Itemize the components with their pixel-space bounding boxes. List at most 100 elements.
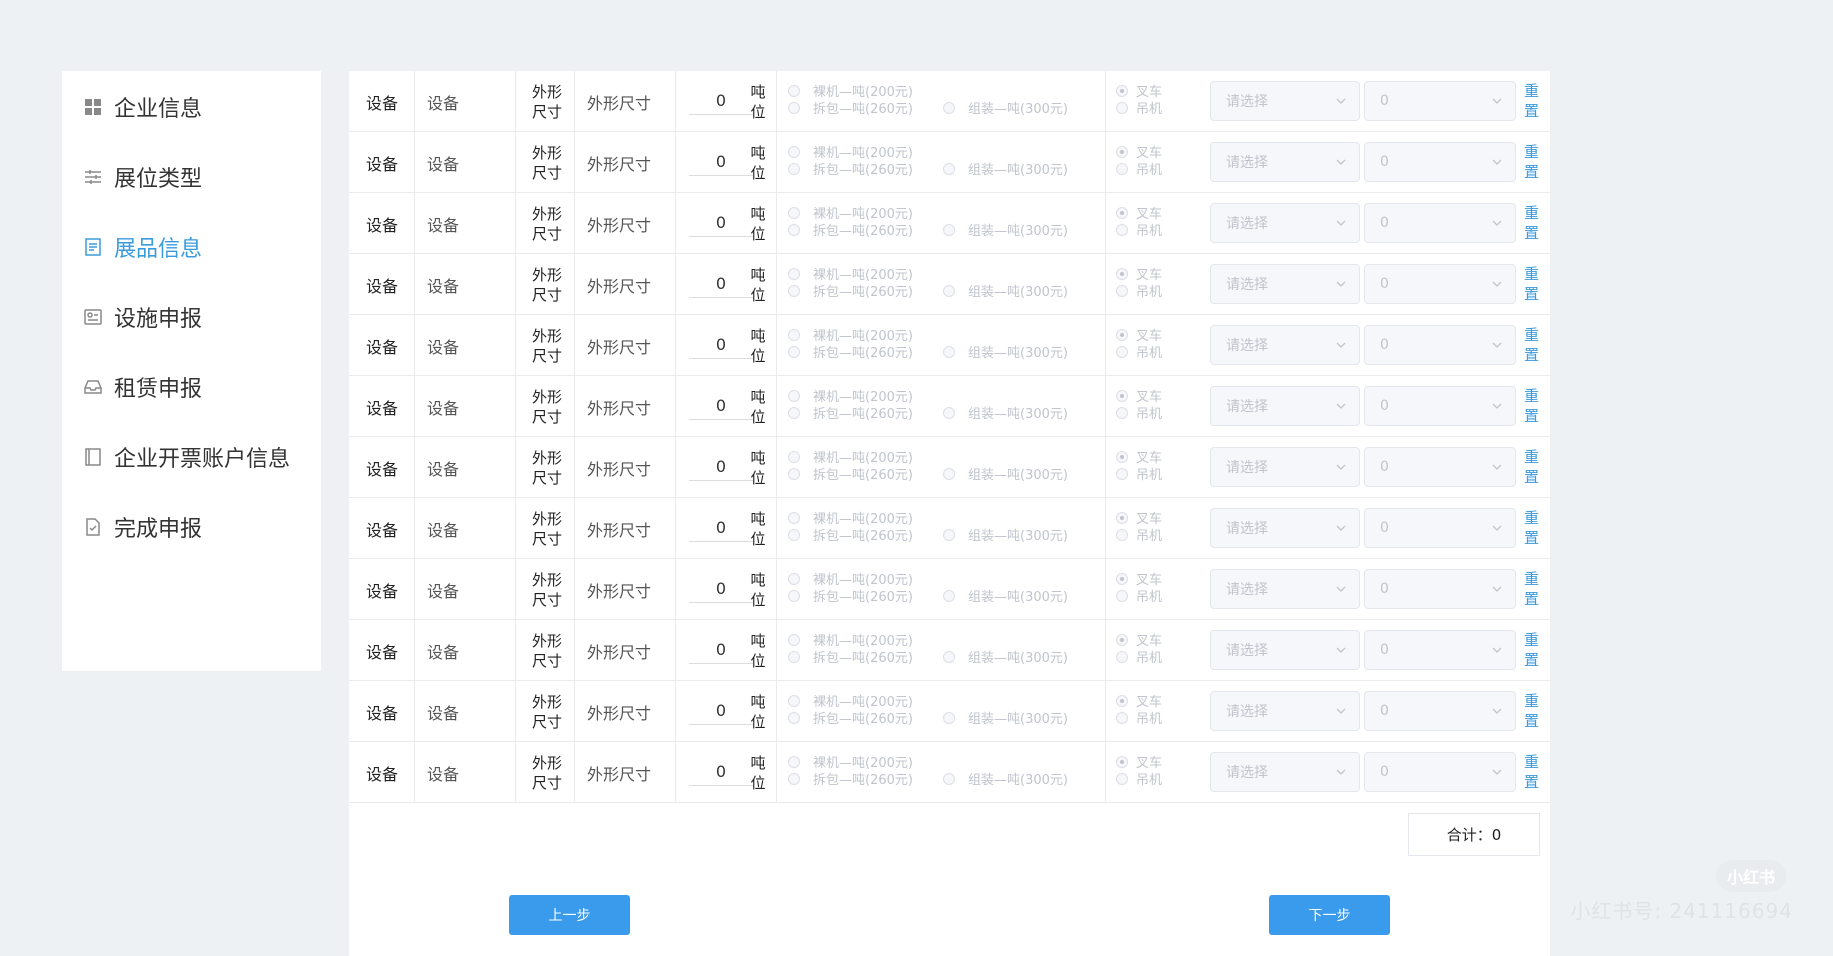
reset-link[interactable]: 重置 bbox=[1524, 142, 1542, 182]
radio-assemble[interactable]: 组装—吨(300元) bbox=[943, 586, 1068, 605]
radio-crane[interactable]: 吊机 bbox=[1116, 647, 1162, 666]
quantity-select[interactable]: 0 bbox=[1364, 81, 1516, 121]
reset-link[interactable]: 重置 bbox=[1524, 325, 1542, 365]
reset-link[interactable]: 重置 bbox=[1524, 691, 1542, 731]
quantity-select[interactable]: 0 bbox=[1364, 386, 1516, 426]
quantity-select[interactable]: 0 bbox=[1364, 142, 1516, 182]
radio-crane[interactable]: 吊机 bbox=[1116, 98, 1162, 117]
tonnage-input[interactable] bbox=[689, 636, 753, 664]
sidebar-item-2[interactable]: 展位类型 bbox=[82, 157, 202, 197]
reset-link[interactable]: 重置 bbox=[1524, 447, 1542, 487]
radio-assemble[interactable]: 组装—吨(300元) bbox=[943, 403, 1068, 422]
radio-crane[interactable]: 吊机 bbox=[1116, 769, 1162, 788]
radio-assemble[interactable]: 组装—吨(300元) bbox=[943, 464, 1068, 483]
quantity-select[interactable]: 0 bbox=[1364, 264, 1516, 304]
type-select[interactable]: 请选择 bbox=[1210, 630, 1360, 670]
radio-assemble[interactable]: 组装—吨(300元) bbox=[943, 525, 1068, 544]
quantity-select[interactable]: 0 bbox=[1364, 508, 1516, 548]
tonnage-input[interactable] bbox=[689, 331, 753, 359]
radio-unpack[interactable]: 拆包—吨(260元) bbox=[788, 281, 913, 300]
radio-unpack[interactable]: 拆包—吨(260元) bbox=[788, 586, 913, 605]
radio-assemble[interactable]: 组装—吨(300元) bbox=[943, 220, 1068, 239]
reset-link[interactable]: 重置 bbox=[1524, 508, 1542, 548]
quantity-select[interactable]: 0 bbox=[1364, 630, 1516, 670]
reset-link[interactable]: 重置 bbox=[1524, 569, 1542, 609]
reset-link[interactable]: 重置 bbox=[1524, 752, 1542, 792]
type-select[interactable]: 请选择 bbox=[1210, 752, 1360, 792]
radio-unpack[interactable]: 拆包—吨(260元) bbox=[788, 98, 913, 117]
radio-unpack[interactable]: 拆包—吨(260元) bbox=[788, 342, 913, 361]
quantity-select[interactable]: 0 bbox=[1364, 325, 1516, 365]
quantity-select[interactable]: 0 bbox=[1364, 569, 1516, 609]
radio-crane[interactable]: 吊机 bbox=[1116, 403, 1162, 422]
tonnage-unit-label: 吨位 bbox=[750, 204, 766, 243]
radio-unpack[interactable]: 拆包—吨(260元) bbox=[788, 769, 913, 788]
radio-unpack[interactable]: 拆包—吨(260元) bbox=[788, 403, 913, 422]
radio-label: 吊机 bbox=[1136, 285, 1163, 300]
radio-crane[interactable]: 吊机 bbox=[1116, 159, 1162, 178]
sidebar-item-3[interactable]: 展品信息 bbox=[82, 227, 202, 267]
tonnage-input[interactable] bbox=[689, 697, 753, 725]
radio-crane[interactable]: 吊机 bbox=[1116, 708, 1162, 727]
radio-unpack[interactable]: 拆包—吨(260元) bbox=[788, 647, 913, 666]
dimension-label: 外形尺寸 bbox=[531, 509, 562, 548]
tonnage-input[interactable] bbox=[689, 87, 753, 115]
radio-assemble[interactable]: 组装—吨(300元) bbox=[943, 708, 1068, 727]
radio-crane[interactable]: 吊机 bbox=[1116, 220, 1162, 239]
radio-unpack[interactable]: 拆包—吨(260元) bbox=[788, 525, 913, 544]
sidebar-item-6[interactable]: 企业开票账户信息 bbox=[82, 437, 290, 477]
radio-assemble[interactable]: 组装—吨(300元) bbox=[943, 769, 1068, 788]
type-select[interactable]: 请选择 bbox=[1210, 508, 1360, 548]
radio-crane[interactable]: 吊机 bbox=[1116, 464, 1162, 483]
type-select[interactable]: 请选择 bbox=[1210, 447, 1360, 487]
reset-link[interactable]: 重置 bbox=[1524, 203, 1542, 243]
type-select[interactable]: 请选择 bbox=[1210, 569, 1360, 609]
radio-crane[interactable]: 吊机 bbox=[1116, 586, 1162, 605]
total-value: 0 bbox=[1491, 825, 1502, 844]
radio-unpack[interactable]: 拆包—吨(260元) bbox=[788, 708, 913, 727]
radio-assemble[interactable]: 组装—吨(300元) bbox=[943, 281, 1068, 300]
sidebar-item-7[interactable]: 完成申报 bbox=[82, 507, 202, 547]
radio-label: 组装—吨(300元) bbox=[968, 468, 1068, 483]
radio-crane[interactable]: 吊机 bbox=[1116, 281, 1162, 300]
reset-link[interactable]: 重置 bbox=[1524, 386, 1542, 426]
tonnage-input[interactable] bbox=[689, 514, 753, 542]
tonnage-input[interactable] bbox=[689, 392, 753, 420]
quantity-select[interactable]: 0 bbox=[1364, 447, 1516, 487]
type-select[interactable]: 请选择 bbox=[1210, 142, 1360, 182]
quantity-select[interactable]: 0 bbox=[1364, 203, 1516, 243]
next-step-button[interactable]: 下一步 bbox=[1269, 895, 1390, 935]
type-select[interactable]: 请选择 bbox=[1210, 691, 1360, 731]
tonnage-input[interactable] bbox=[689, 758, 753, 786]
reset-link[interactable]: 重置 bbox=[1524, 81, 1542, 121]
radio-unpack[interactable]: 拆包—吨(260元) bbox=[788, 220, 913, 239]
radio-crane[interactable]: 吊机 bbox=[1116, 525, 1162, 544]
type-select[interactable]: 请选择 bbox=[1210, 203, 1360, 243]
tonnage-input[interactable] bbox=[689, 148, 753, 176]
type-select[interactable]: 请选择 bbox=[1210, 264, 1360, 304]
type-select[interactable]: 请选择 bbox=[1210, 386, 1360, 426]
radio-assemble[interactable]: 组装—吨(300元) bbox=[943, 342, 1068, 361]
quantity-select[interactable]: 0 bbox=[1364, 752, 1516, 792]
sidebar-item-label: 企业信息 bbox=[114, 97, 203, 122]
radio-crane[interactable]: 吊机 bbox=[1116, 342, 1162, 361]
sidebar-item-1[interactable]: 企业信息 bbox=[82, 87, 202, 127]
tonnage-input[interactable] bbox=[689, 209, 753, 237]
quantity-select[interactable]: 0 bbox=[1364, 691, 1516, 731]
tonnage-input[interactable] bbox=[689, 575, 753, 603]
radio-circle-icon bbox=[788, 467, 800, 480]
reset-link[interactable]: 重置 bbox=[1524, 264, 1542, 304]
radio-unpack[interactable]: 拆包—吨(260元) bbox=[788, 464, 913, 483]
sidebar-item-4[interactable]: 设施申报 bbox=[82, 297, 202, 337]
type-select[interactable]: 请选择 bbox=[1210, 325, 1360, 365]
sidebar-item-5[interactable]: 租赁申报 bbox=[82, 367, 202, 407]
tonnage-input[interactable] bbox=[689, 453, 753, 481]
radio-unpack[interactable]: 拆包—吨(260元) bbox=[788, 159, 913, 178]
radio-assemble[interactable]: 组装—吨(300元) bbox=[943, 98, 1068, 117]
prev-step-button[interactable]: 上一步 bbox=[509, 895, 630, 935]
tonnage-input[interactable] bbox=[689, 270, 753, 298]
radio-assemble[interactable]: 组装—吨(300元) bbox=[943, 647, 1068, 666]
radio-assemble[interactable]: 组装—吨(300元) bbox=[943, 159, 1068, 178]
type-select[interactable]: 请选择 bbox=[1210, 81, 1360, 121]
reset-link[interactable]: 重置 bbox=[1524, 630, 1542, 670]
